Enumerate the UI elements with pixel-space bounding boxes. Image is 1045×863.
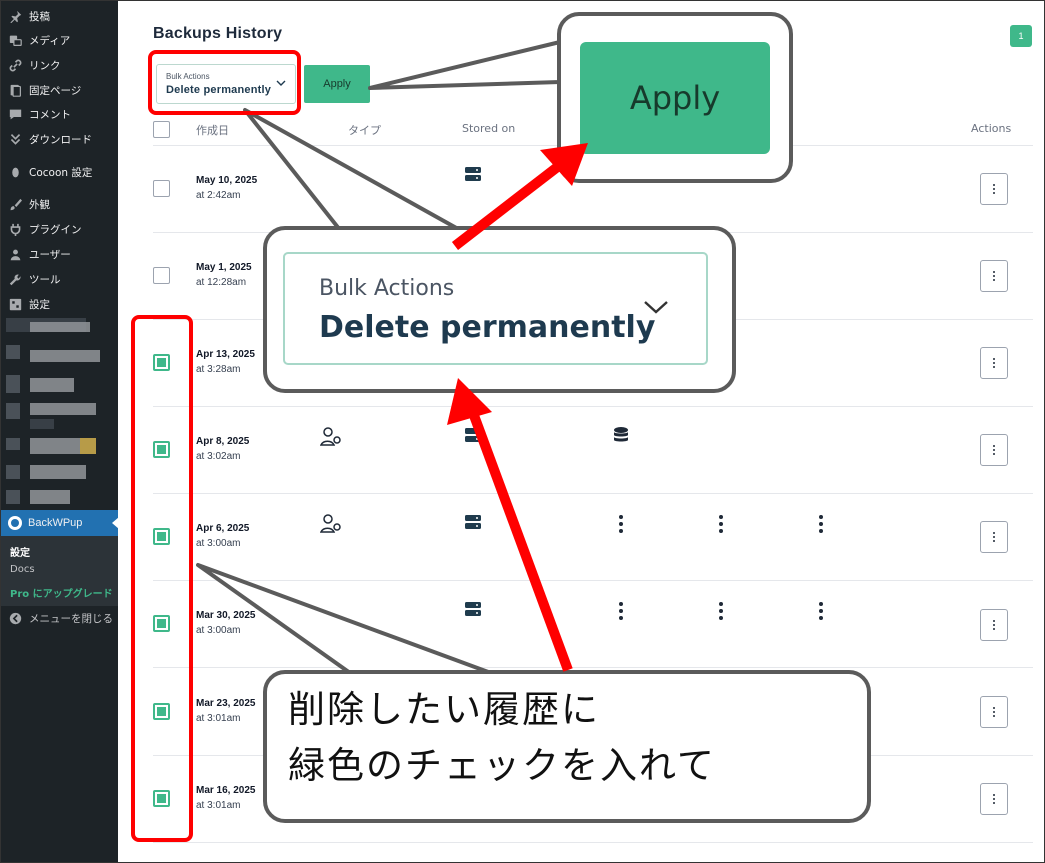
annotation-arrows [447,143,588,672]
red-arrow-shaft [467,408,573,672]
red-arrow-head-icon [447,378,492,425]
red-arrow-shaft [451,161,564,250]
